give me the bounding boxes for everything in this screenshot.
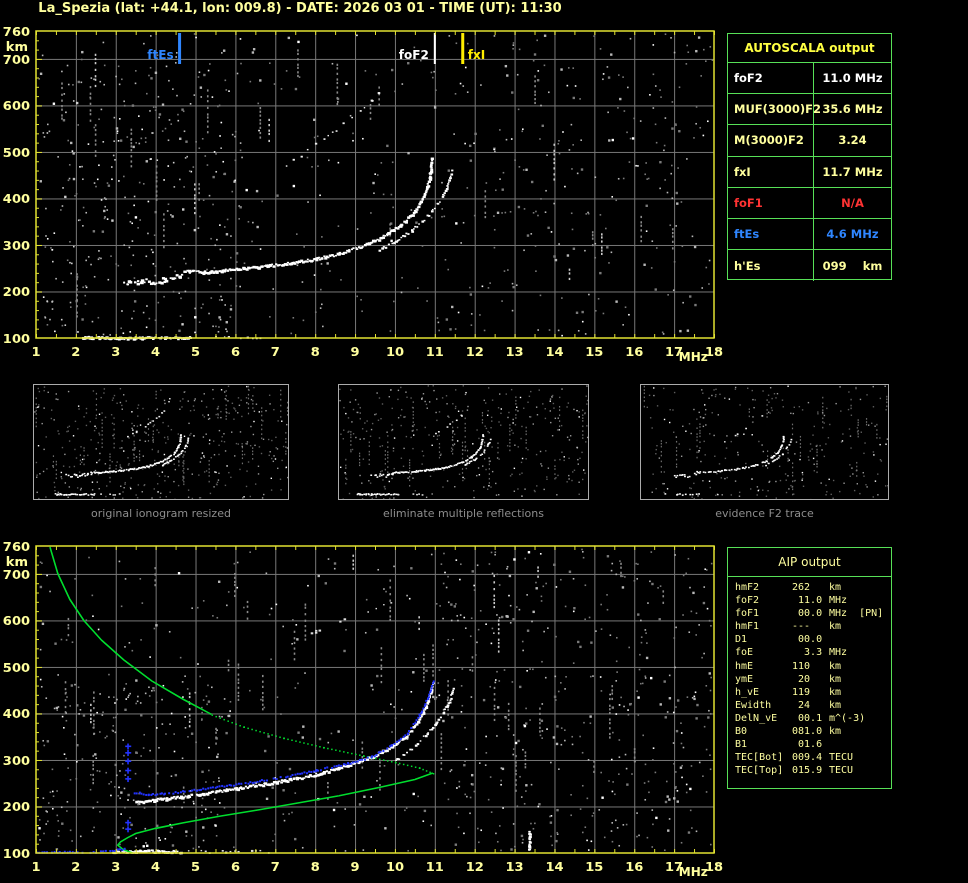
aip-row-label: TEC[Bot] <box>735 752 784 764</box>
table-row: foF1 00.0 MHz [PN] <box>735 607 891 620</box>
autoscala-row-value: 3.24 <box>838 133 867 148</box>
table-row: TEC[Bot] 009.4 TECU <box>735 751 891 764</box>
table-row: DelN_vE 00.1 m^(-3) <box>735 712 891 725</box>
aip-row-label: DelN_vE <box>735 712 778 724</box>
table-row: h_vE 119 km <box>735 686 891 699</box>
autoscala-row-value: 11.7 MHz <box>822 164 883 179</box>
autoscala-row-label: MUF(3000)F2 <box>728 94 821 125</box>
aip-row-label: hmF1 <box>735 621 760 633</box>
aip-row-unit: TECU <box>829 765 854 777</box>
aip-row-unit: MHz <box>829 595 848 607</box>
aip-row-unit: MHz [PN] <box>829 608 884 620</box>
table-row: D1 00.0 <box>735 633 891 646</box>
autoscala-row-label: fxI <box>728 156 814 187</box>
thumbnail-f2-trace <box>640 384 889 500</box>
thumbnail-caption: original ionogram resized <box>91 507 231 520</box>
aip-row-label: hmF2 <box>735 582 760 593</box>
aip-row-value: 119 <box>792 686 811 698</box>
table-row: B0 081.0 km <box>735 725 891 738</box>
table-row: TEC[Top] 015.9 TECU <box>735 764 891 777</box>
table-row: foF2 11.0 MHz <box>728 63 891 95</box>
aip-row-unit <box>829 633 891 646</box>
aip-row-label: foF1 <box>735 608 760 620</box>
table-row: ftEs 4.6 MHz <box>728 218 891 251</box>
autoscala-row-label: h'Es <box>728 250 814 282</box>
aip-row-value: 262 <box>792 582 811 593</box>
aip-row-value: 081.0 <box>792 726 823 738</box>
autoscala-row-label: foF2 <box>728 63 814 94</box>
aip-row-value: --- <box>792 621 811 633</box>
aip-row-label: foF2 <box>735 595 760 607</box>
aip-row-unit: km <box>829 660 842 672</box>
table-row: B1 01.6 <box>735 738 891 751</box>
table-row: hmE 110 km <box>735 660 891 673</box>
aip-row-label: ymE <box>735 673 754 685</box>
aip-row-value: 009.4 <box>792 752 823 764</box>
aip-row-label: B0 <box>735 726 748 738</box>
aip-row-label: hmE <box>735 660 754 672</box>
aip-row-value: 3.3 <box>792 647 823 659</box>
aip-row-unit: km <box>829 582 842 593</box>
aip-row-value: 110 <box>792 660 811 672</box>
autoscala-table: AUTOSCALA output foF2 11.0 MHz MUF(3000)… <box>727 33 892 282</box>
aip-row-value: 24 <box>792 699 811 711</box>
aip-row-value: 11.0 <box>792 595 823 607</box>
table-row: Ewidth 24 km <box>735 699 891 712</box>
table-row: MUF(3000)F2 35.6 MHz <box>728 94 891 126</box>
top-ionogram-plot <box>0 18 730 370</box>
aip-row-unit: MHz <box>829 647 848 659</box>
aip-row-unit: m^(-3) <box>829 712 866 724</box>
autoscala-row-value: 099 km <box>822 258 883 273</box>
autoscala-row-value: N/A <box>841 195 864 210</box>
aip-row-label: h_vE <box>735 686 760 698</box>
table-row: M(3000)F2 3.24 <box>728 125 891 157</box>
thumbnail-filtered-ionogram <box>338 384 589 500</box>
thumbnail-caption: eliminate multiple reflections <box>383 507 544 520</box>
autoscala-header: AUTOSCALA output <box>728 34 891 63</box>
aip-row-label: foE <box>735 647 754 659</box>
autoscala-row-value: 11.0 MHz <box>822 71 883 86</box>
autoscala-screen: La_Spezia (lat: +44.1, lon: 009.8) - DAT… <box>0 0 968 883</box>
autoscala-row-label: M(3000)F2 <box>728 125 814 156</box>
aip-row-unit: km <box>829 621 842 633</box>
aip-body: hmF2 262 km foF2 11.0 MHz foF1 00.0 MHz [PN]… <box>728 577 891 777</box>
aip-row-value: 00.0 <box>792 608 823 620</box>
thumbnail-caption: evidence F2 trace <box>715 507 814 520</box>
table-row: hmF1 --- km <box>735 620 891 633</box>
aip-row-value: 01.6 <box>792 739 823 751</box>
table-row: foE 3.3 MHz <box>735 646 891 659</box>
aip-table: AIP output hmF2 262 km foF2 11.0 MHz foF1 0… <box>727 547 892 789</box>
page-title: La_Spezia (lat: +44.1, lon: 009.8) - DAT… <box>38 1 562 16</box>
autoscala-row-value: 4.6 MHz <box>826 227 879 242</box>
aip-row-unit: km <box>829 726 842 738</box>
aip-row-value: 015.9 <box>792 765 823 777</box>
aip-row-label: D1 <box>735 634 748 646</box>
table-row: h'Es 099 km <box>728 250 891 282</box>
autoscala-row-label: ftEs <box>728 218 814 250</box>
table-row: foF1 N/A <box>728 187 891 219</box>
aip-row-unit <box>829 738 891 751</box>
autoscala-row-value: 35.6 MHz <box>822 102 883 117</box>
aip-row-unit: km <box>829 673 842 685</box>
aip-row-value: 00.1 <box>792 712 823 724</box>
aip-row-unit: TECU <box>829 752 854 764</box>
aip-row-unit: km <box>829 686 842 698</box>
aip-header: AIP output <box>728 548 891 577</box>
table-row: hmF2 262 km <box>735 581 891 594</box>
thumbnail-original-ionogram <box>33 384 289 500</box>
table-row: fxI 11.7 MHz <box>728 156 891 188</box>
table-row: foF2 11.0 MHz <box>735 594 891 607</box>
aip-row-value: 20 <box>792 673 811 685</box>
aip-row-label: B1 <box>735 739 748 751</box>
aip-row-value: 00.0 <box>792 634 823 646</box>
aip-row-label: TEC[Top] <box>735 765 784 777</box>
aip-row-unit: km <box>829 699 842 711</box>
autoscala-row-label: foF1 <box>728 187 814 218</box>
table-row: ymE 20 km <box>735 673 891 686</box>
bottom-ionogram-plot <box>0 533 730 883</box>
aip-row-label: Ewidth <box>735 699 772 711</box>
